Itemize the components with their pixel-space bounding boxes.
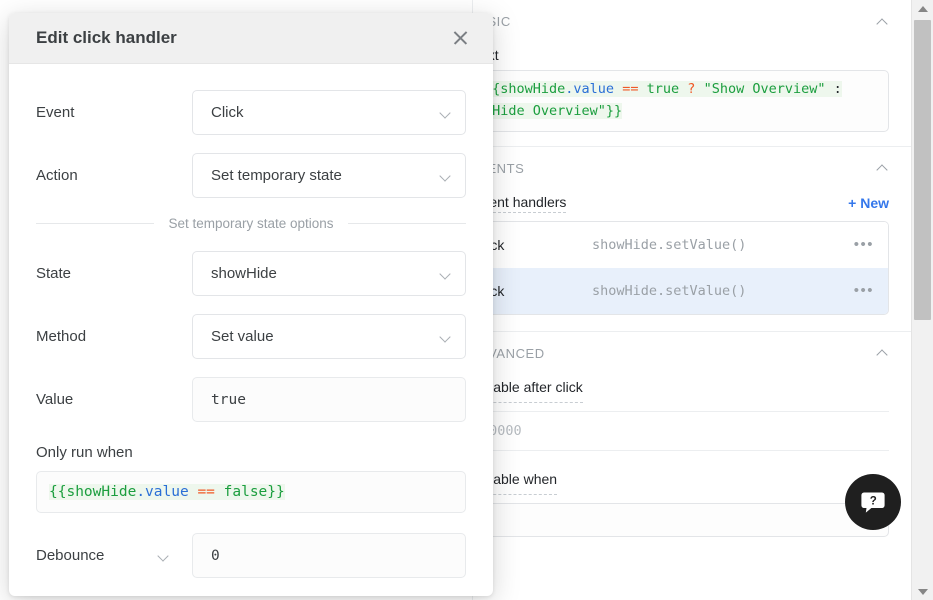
scroll-down-arrow-icon[interactable] — [912, 583, 933, 600]
help-chat-icon[interactable]: ? — [845, 474, 901, 530]
disable-when-code-editor[interactable] — [473, 503, 889, 537]
chevron-down-icon — [439, 331, 451, 343]
code-token: showHide — [66, 484, 136, 500]
event-label: Event — [36, 104, 192, 121]
value-label: Value — [36, 391, 192, 408]
divider-label: Set temporary state options — [168, 216, 333, 231]
method-select[interactable]: Set value — [192, 314, 466, 359]
code-token: "Hide Overview" — [484, 103, 606, 119]
method-row: Method Set value — [36, 314, 466, 359]
modal-body: Event Click Action Set temporary state S… — [9, 64, 493, 578]
event-row: Event Click — [36, 90, 466, 135]
value-input[interactable]: true — [192, 377, 466, 422]
code-token — [614, 81, 622, 97]
scroll-up-arrow-icon[interactable] — [912, 0, 933, 17]
event-handlers-header: Event handlers + New — [473, 188, 911, 221]
event-handlers-list: ClickshowHide.setValue()•••ClickshowHide… — [473, 221, 889, 315]
section-basic-header[interactable]: BASIC — [469, 0, 911, 41]
chevron-down-icon — [439, 170, 451, 182]
disable-after-click-input[interactable]: 10000 — [473, 411, 889, 451]
section-advanced-header[interactable]: ADVANCED — [469, 332, 911, 373]
method-label: Method — [36, 328, 192, 345]
state-select-value: showHide — [211, 265, 277, 282]
chevron-down-icon — [439, 107, 451, 119]
only-run-when-label: Only run when — [36, 444, 466, 461]
code-token: }} — [267, 484, 284, 500]
inspector-content: BASIC Text {{showHide.value == true ? "S… — [472, 0, 911, 600]
state-select[interactable]: showHide — [192, 251, 466, 296]
code-token: : — [825, 81, 841, 97]
modal-header: Edit click handler — [9, 13, 493, 64]
event-handler-action: showHide.setValue() — [592, 237, 854, 253]
code-token: {{ — [49, 484, 66, 500]
state-label: State — [36, 265, 192, 282]
chevron-down-icon — [439, 268, 451, 280]
action-label: Action — [36, 167, 192, 184]
options-divider: Set temporary state options — [36, 216, 466, 231]
code-token: }} — [606, 103, 622, 119]
modal-title: Edit click handler — [36, 28, 177, 48]
event-select-value: Click — [211, 104, 244, 121]
code-token: .value — [565, 81, 614, 97]
edit-click-handler-modal: Edit click handler Event Click Action Se… — [9, 13, 493, 596]
divider-line-right — [348, 223, 466, 224]
code-token — [215, 484, 224, 500]
code-token: == — [197, 484, 214, 500]
text-code-editor[interactable]: {{showHide.value == true ? "Show Overvie… — [473, 70, 889, 132]
code-token: false — [224, 484, 268, 500]
only-run-when-code-content: {{showHide.value == false}} — [49, 484, 285, 500]
debounce-input[interactable]: 0 — [192, 533, 466, 578]
code-token: showHide — [500, 81, 565, 97]
chevron-up-icon[interactable] — [877, 16, 889, 28]
debounce-row: Debounce 0 — [36, 533, 466, 578]
chevron-up-icon[interactable] — [877, 347, 889, 359]
section-events: EVENTS Event handlers + New ClickshowHid… — [473, 147, 911, 332]
divider-line-left — [36, 223, 154, 224]
add-event-handler-button[interactable]: + New — [848, 195, 889, 211]
code-token: .value — [136, 484, 188, 500]
action-select[interactable]: Set temporary state — [192, 153, 466, 198]
svg-text:?: ? — [870, 496, 877, 508]
vertical-scrollbar[interactable] — [911, 0, 933, 600]
ellipsis-icon[interactable]: ••• — [854, 283, 874, 298]
text-code-content: {{showHide.value == true ? "Show Overvie… — [484, 81, 842, 119]
close-icon[interactable] — [448, 25, 474, 51]
event-select[interactable]: Click — [192, 90, 466, 135]
chevron-down-icon[interactable] — [156, 550, 172, 562]
section-events-header[interactable]: EVENTS — [469, 147, 911, 188]
code-token — [638, 81, 646, 97]
action-select-value: Set temporary state — [211, 167, 342, 184]
chevron-up-icon[interactable] — [877, 162, 889, 174]
method-select-value: Set value — [211, 328, 274, 345]
code-token: == — [622, 81, 638, 97]
code-token: true — [647, 81, 680, 97]
code-token — [695, 81, 703, 97]
section-basic: BASIC Text {{showHide.value == true ? "S… — [473, 0, 911, 147]
event-handler-action: showHide.setValue() — [592, 283, 854, 299]
action-row: Action Set temporary state — [36, 153, 466, 198]
debounce-label: Debounce — [36, 547, 156, 564]
scrollbar-thumb[interactable] — [914, 20, 931, 320]
only-run-when-code-editor[interactable]: {{showHide.value == false}} — [36, 471, 466, 513]
code-token: "Show Overview" — [704, 81, 826, 97]
event-handler-row[interactable]: ClickshowHide.setValue()••• — [474, 222, 888, 268]
event-handler-row[interactable]: ClickshowHide.setValue()••• — [474, 268, 888, 314]
ellipsis-icon[interactable]: ••• — [854, 237, 874, 252]
state-row: State showHide — [36, 251, 466, 296]
value-row: Value true — [36, 377, 466, 422]
